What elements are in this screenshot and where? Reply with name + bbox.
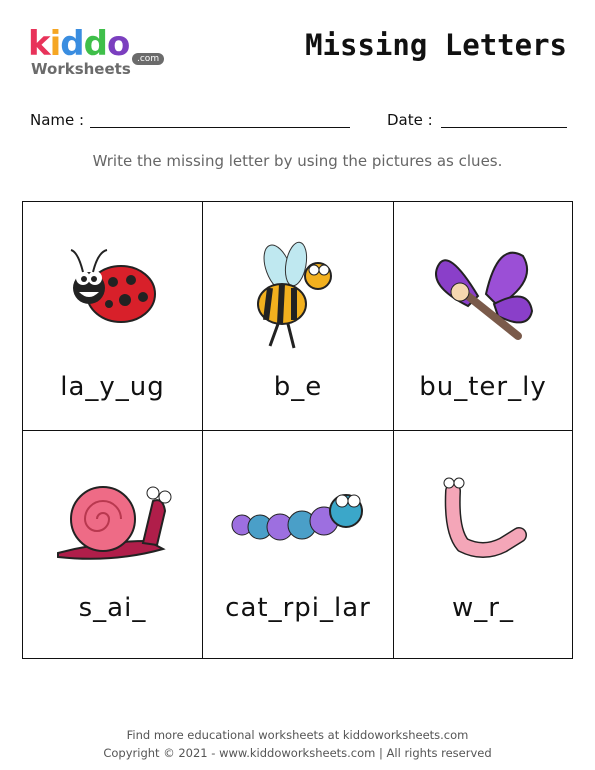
word-worm: w_r_ xyxy=(452,593,514,623)
ladybug-icon xyxy=(70,249,156,323)
card-snail: s_ai_ xyxy=(23,431,203,658)
word-snail: s_ai_ xyxy=(78,593,147,623)
card-butterfly: bu_ter_ly xyxy=(394,202,572,431)
name-label: Name : xyxy=(30,111,85,129)
card-caterpillar: cat_rpi_lar xyxy=(203,431,394,658)
butterfly-icon xyxy=(435,251,534,340)
card-worm: w_r_ xyxy=(394,431,572,658)
logo-letter: d xyxy=(83,24,108,64)
name-field[interactable] xyxy=(90,127,350,128)
card-ladybug: la_y_ug xyxy=(23,202,203,431)
worm-icon xyxy=(443,477,527,558)
instruction: Write the missing letter by using the pi… xyxy=(92,152,503,170)
logo-letter: o xyxy=(106,24,130,64)
page-title: Missing Letters xyxy=(305,28,567,62)
date-label: Date : xyxy=(387,111,433,129)
logo-subtitle: Worksheets xyxy=(31,60,131,78)
word-butterfly: bu_ter_ly xyxy=(419,372,547,402)
bee-icon xyxy=(257,241,332,349)
footer-line-1: Find more educational worksheets at kidd… xyxy=(126,728,469,742)
kiddo-logo: kiddo Worksheets .com xyxy=(28,26,168,81)
logo-com: .com xyxy=(132,53,165,65)
logo-letter: k xyxy=(28,24,51,64)
snail-icon xyxy=(56,486,171,560)
word-bee: b_e xyxy=(273,372,323,402)
word-ladybug: la_y_ug xyxy=(60,372,165,402)
logo-text: kiddo xyxy=(28,24,130,64)
footer-line-2: Copyright © 2021 - www.kiddoworksheets.c… xyxy=(103,746,492,760)
card-grid: la_y_ug b_e bu_ter_ly s_ai_ cat_rpi_lar … xyxy=(22,201,573,659)
caterpillar-icon xyxy=(231,494,363,541)
logo-letter: i xyxy=(49,24,62,64)
word-caterpillar: cat_rpi_lar xyxy=(225,593,371,623)
logo-letter: d xyxy=(60,24,84,64)
date-field[interactable] xyxy=(441,127,567,128)
card-bee: b_e xyxy=(203,202,394,431)
